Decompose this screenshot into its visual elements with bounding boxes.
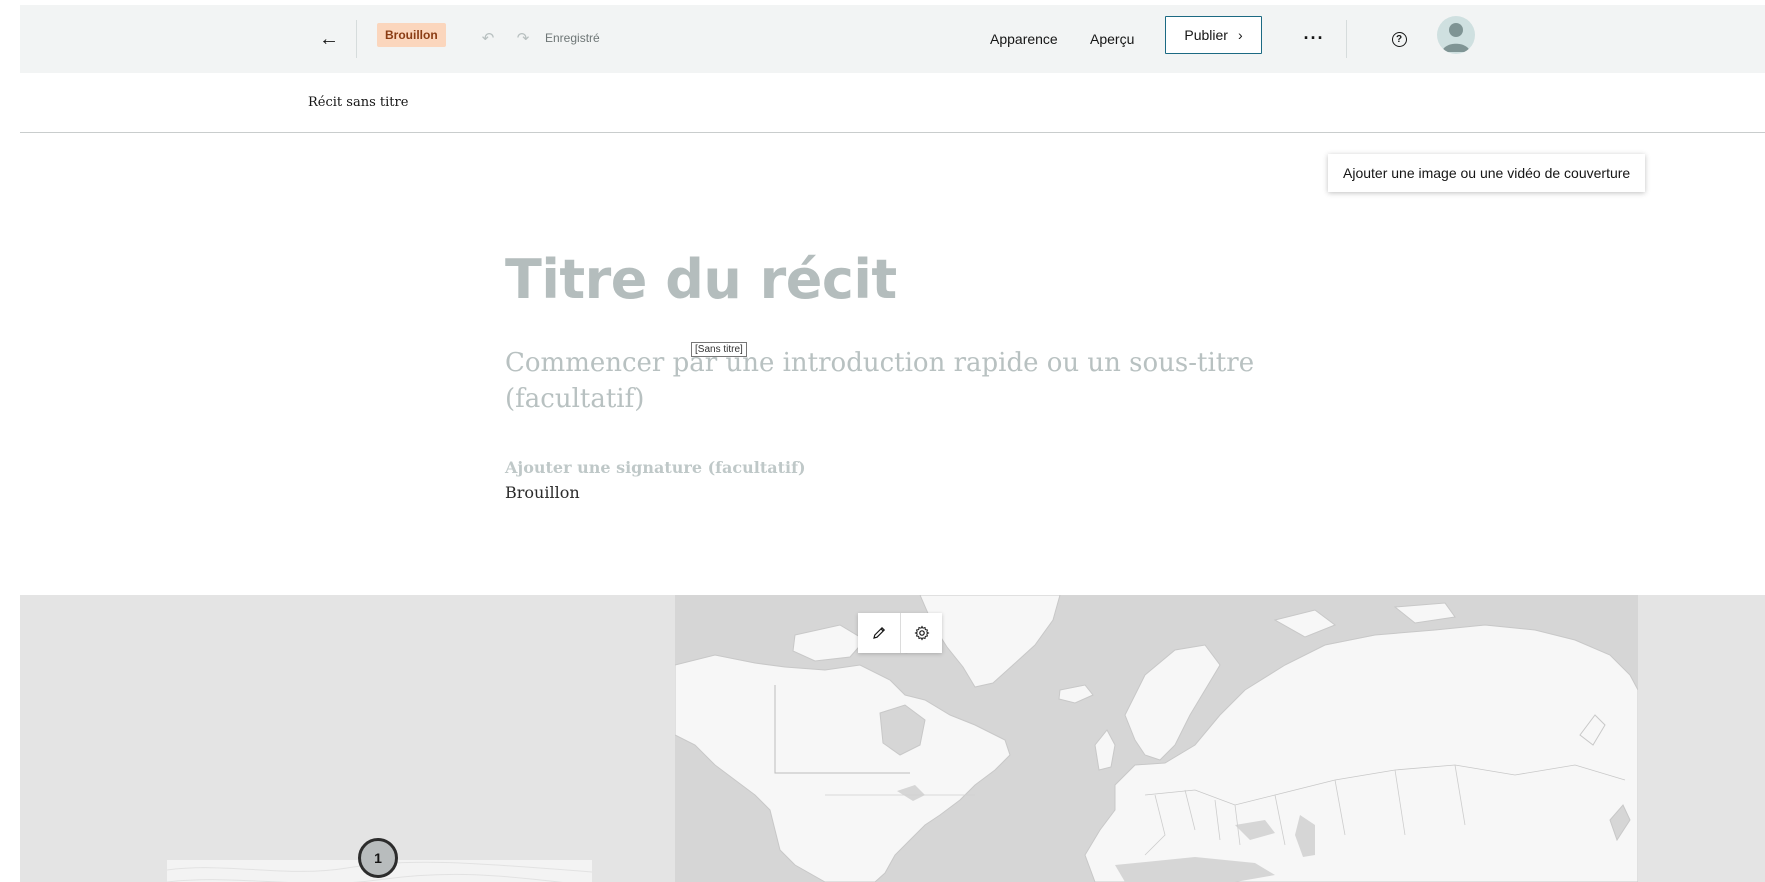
edit-map-button[interactable] [858,613,900,653]
apercu-button[interactable]: Aperçu [1090,23,1134,55]
header-divider [356,20,357,58]
pencil-icon [873,626,886,639]
avatar[interactable] [1437,16,1475,54]
editor-header: ← Brouillon ↶ ↷ Enregistré Apparence Ape… [15,5,1765,73]
help-button[interactable]: ? [1385,25,1413,53]
publish-label: Publier [1184,27,1228,43]
sidecar-section: 1 [20,595,1765,882]
help-icon: ? [1391,31,1407,47]
byline-input[interactable]: Ajouter une signature (facultatif) [505,458,806,477]
gear-icon [914,625,929,641]
map-marker-1[interactable]: 1 [358,838,398,878]
story-editor: ← Brouillon ↶ ↷ Enregistré Apparence Ape… [0,0,1765,882]
publish-button[interactable]: Publier › [1165,16,1262,54]
more-icon: ··· [1303,27,1325,48]
arrow-left-icon: ← [319,27,339,50]
tooltip: [Sans titre] [691,342,747,357]
map-land [675,595,1638,882]
story-name: Récit sans titre [308,95,409,110]
undo-icon: ↶ [481,30,495,47]
redo-icon: ↷ [516,30,530,47]
world-map[interactable] [675,595,1638,882]
story-title-bar: Récit sans titre [20,73,1765,133]
saved-status: Enregistré [545,31,600,45]
chevron-right-icon: › [1237,27,1243,43]
cover-section: Ajouter une image ou une vidéo de couver… [20,133,1765,595]
story-title-input[interactable]: Titre du récit [505,248,897,311]
story-subtitle-input[interactable]: Commencer par une introduction rapide ou… [505,345,1265,417]
redo-button[interactable]: ↷ [510,25,536,51]
status-badge: Brouillon [377,23,446,47]
map-toolbar [858,613,942,653]
left-edge [0,0,20,882]
add-cover-media-button[interactable]: Ajouter une image ou une vidéo de couver… [1328,154,1646,192]
draft-status-text: Brouillon [505,483,580,502]
header-divider [1346,20,1347,58]
user-icon [1442,23,1470,52]
apparence-button[interactable]: Apparence [990,23,1058,55]
more-options-button[interactable]: ··· [1300,23,1328,53]
map-settings-button[interactable] [900,613,942,653]
back-button[interactable]: ← [315,25,343,53]
undo-button[interactable]: ↶ [475,25,501,51]
